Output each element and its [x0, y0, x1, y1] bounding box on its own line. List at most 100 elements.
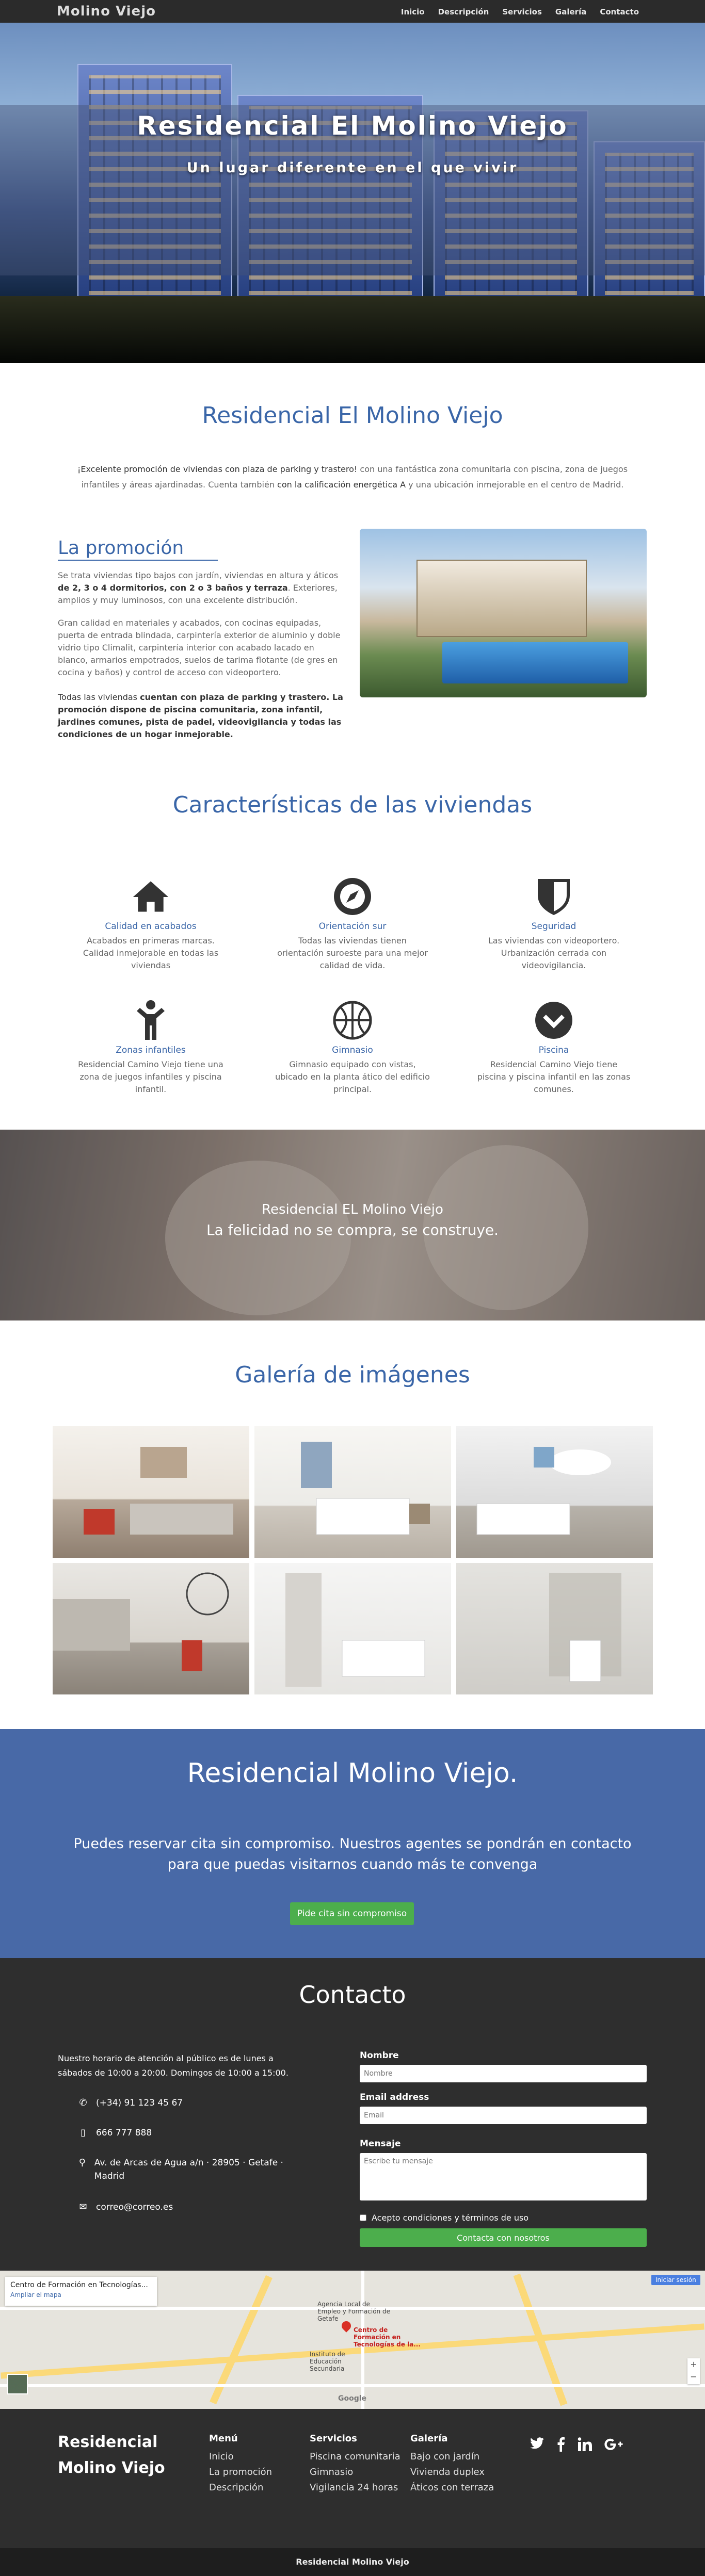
- email-label: Email address: [360, 2092, 429, 2102]
- cta-title: Residencial Molino Viejo.: [187, 1758, 518, 1789]
- feature-card: Orientación sur Todas las viviendas tien…: [275, 877, 430, 972]
- mobile-icon: ▯: [81, 2127, 86, 2138]
- feature-title: Orientación sur: [318, 921, 387, 932]
- email-text[interactable]: correo@correo.es: [96, 2200, 173, 2214]
- promo-paragraph: Gran calidad en materiales y acabados, c…: [58, 618, 341, 677]
- footer-col-galeria: Galería Bajo con jardín Vivienda duplex …: [410, 2433, 494, 2496]
- map-marker-icon: ⚲: [78, 2157, 86, 2168]
- contact-email: ✉ correo@correo.es: [77, 2200, 284, 2214]
- map-place-title: Centro de Formación en Tecnologías...: [10, 2281, 148, 2289]
- gallery-image-living-room[interactable]: [53, 1426, 249, 1558]
- message-label: Mensaje: [360, 2139, 401, 2149]
- nav-item-contacto[interactable]: Contacto: [600, 7, 639, 17]
- promo-title: La promoción: [58, 537, 218, 561]
- feature-card: Piscina Residencial Camino Viejo tiene p…: [476, 1001, 631, 1096]
- footer-brand: Residencial Molino Viejo: [58, 2433, 165, 2477]
- map-embed[interactable]: Centro de Formación en Tecnologías... Amp…: [0, 2271, 705, 2409]
- intro-text-strong: ¡Excelente promoción de viviendas con pl…: [77, 464, 358, 474]
- email-input[interactable]: [360, 2107, 647, 2124]
- footer-link[interactable]: Descripción: [209, 2480, 272, 2496]
- name-label: Nombre: [360, 2050, 399, 2061]
- linkedin-icon[interactable]: [578, 2437, 592, 2455]
- terms-label: Acepto condiciones y términos de uso: [372, 2213, 529, 2223]
- appointment-button[interactable]: Pide cita sin compromiso: [290, 1902, 414, 1925]
- hero-subtitle: Un lugar diferente en el que vivir: [186, 160, 519, 176]
- message-input[interactable]: [360, 2153, 647, 2200]
- quote-title: Residencial EL Molino Viejo: [262, 1202, 443, 1217]
- child-icon: [131, 1000, 170, 1040]
- gallery-image-shower[interactable]: [456, 1563, 653, 1694]
- contact-submit-button[interactable]: Contacta con nosotros: [360, 2228, 647, 2247]
- feature-title: Calidad en acabados: [105, 921, 197, 932]
- intro-text: ¡Excelente promoción de viviendas con pl…: [58, 462, 647, 493]
- envelope-icon: ✉: [79, 2202, 87, 2212]
- footer-link[interactable]: La promoción: [209, 2465, 272, 2480]
- footer-bottom-bar: Residencial Molino Viejo: [0, 2548, 705, 2576]
- intro-title: Residencial El Molino Viejo: [202, 402, 503, 429]
- feature-desc: Acabados en primeras marcas. Calidad inm…: [83, 936, 219, 970]
- basketball-icon: [333, 1001, 372, 1040]
- footer-link[interactable]: Bajo con jardín: [410, 2449, 494, 2465]
- promo-text-strong: de 2, 3 o 4 dormitorios, con 2 o 3 baños…: [58, 583, 288, 593]
- map-zoom-controls[interactable]: + −: [687, 2358, 700, 2384]
- contact-title: Contacto: [299, 1981, 406, 2009]
- facebook-icon[interactable]: [557, 2437, 565, 2455]
- twitter-icon[interactable]: [529, 2437, 544, 2455]
- mobile-number[interactable]: 666 777 888: [96, 2126, 152, 2140]
- feature-title: Piscina: [538, 1045, 569, 1055]
- nav-item-descripcion[interactable]: Descripción: [438, 7, 489, 17]
- feature-desc: Las viviendas con videoportero. Urbaniza…: [488, 936, 620, 970]
- features-title: Características de las viviendas: [172, 792, 533, 818]
- map-label: Instituto de Educación Secundaria: [310, 2351, 345, 2372]
- terms-checkbox[interactable]: [360, 2214, 366, 2221]
- phone-number[interactable]: (+34) 91 123 45 67: [96, 2096, 183, 2110]
- contact-phone: ✆ (+34) 91 123 45 67: [77, 2096, 284, 2110]
- footer-link[interactable]: Vigilancia 24 horas: [310, 2480, 400, 2496]
- map-street: [0, 2384, 705, 2387]
- name-input[interactable]: [360, 2065, 647, 2082]
- hero-title: Residencial El Molino Viejo: [137, 111, 568, 141]
- gallery-image-kitchen[interactable]: [53, 1563, 249, 1694]
- contact-address: ⚲ Av. de Arcas de Agua a/n · 28905 · Geta…: [77, 2156, 284, 2183]
- chevron-circle-icon: [534, 1001, 573, 1040]
- promo-text: Todas las viviendas: [58, 692, 140, 702]
- footer-link[interactable]: Piscina comunitaria: [310, 2449, 400, 2465]
- footer-link[interactable]: Áticos con terraza: [410, 2480, 494, 2496]
- cta-text: Puedes reservar cita sin compromiso. Nue…: [73, 1836, 632, 1872]
- map-enlarge-link[interactable]: Ampliar el mapa: [10, 2291, 152, 2298]
- footer-col-servicios: Servicios Piscina comunitaria Gimnasio V…: [310, 2433, 400, 2496]
- feature-card: Gimnasio Gimnasio equipado con vistas, u…: [275, 1001, 430, 1096]
- googleplus-icon[interactable]: [604, 2437, 623, 2455]
- terms-row: Acepto condiciones y términos de uso: [360, 2213, 528, 2223]
- promo-photo: [360, 529, 647, 697]
- footer-link[interactable]: Gimnasio: [310, 2465, 400, 2480]
- feature-card: Zonas infantiles Residencial Camino Viej…: [73, 1000, 228, 1096]
- feature-card: Calidad en acabados Acabados en primeras…: [73, 877, 228, 972]
- intro-text-strong: con la calificación energética A: [277, 480, 406, 490]
- pool-illustration: [442, 642, 628, 683]
- gallery-image-bathroom[interactable]: [254, 1563, 451, 1694]
- map-satellite-toggle[interactable]: [7, 2374, 28, 2394]
- top-navbar: Molino Viejo Inicio Descripción Servicio…: [0, 0, 705, 23]
- google-logo: Google: [338, 2394, 367, 2403]
- nav-item-galeria[interactable]: Galería: [555, 7, 586, 17]
- nav-item-servicios[interactable]: Servicios: [502, 7, 542, 17]
- promo-paragraph: Todas las viviendas cuentan con plaza de…: [58, 691, 344, 741]
- phone-icon: ✆: [79, 2097, 87, 2108]
- footer-heading: Servicios: [310, 2433, 357, 2444]
- gallery-image-bedroom[interactable]: [254, 1426, 451, 1558]
- footer-link[interactable]: Vivienda duplex: [410, 2465, 494, 2480]
- hero-image: [0, 23, 705, 363]
- map-label: Agencia Local de Empleo y Formación de G…: [317, 2301, 390, 2322]
- house-illustration: [416, 560, 587, 637]
- footer-col-menu: Menú Inicio La promoción Descripción: [209, 2433, 272, 2496]
- footer-heading: Galería: [410, 2433, 448, 2444]
- hero-ground: [0, 296, 705, 363]
- brand-logo[interactable]: Molino Viejo: [57, 4, 156, 19]
- gallery-image-kids-room[interactable]: [456, 1426, 653, 1558]
- footer-link[interactable]: Inicio: [209, 2449, 272, 2465]
- map-label: Centro de Formación en Tecnologías de la…: [354, 2326, 421, 2348]
- feature-desc: Todas las viviendas tienen orientación s…: [277, 936, 428, 970]
- map-signin-button[interactable]: Iniciar sesión: [651, 2275, 700, 2285]
- nav-item-inicio[interactable]: Inicio: [401, 7, 425, 17]
